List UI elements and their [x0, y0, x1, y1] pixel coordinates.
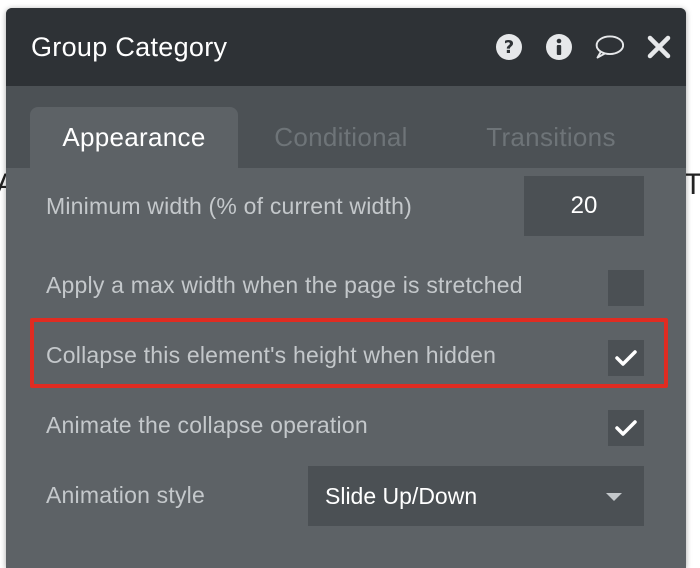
collapse-height-checkbox[interactable]	[608, 340, 644, 376]
help-icon[interactable]: ?	[494, 32, 524, 62]
tab-conditional[interactable]: Conditional	[246, 107, 436, 168]
checkmark-icon	[615, 350, 637, 366]
max-width-label: Apply a max width when the page is stret…	[46, 272, 523, 298]
close-icon[interactable]	[644, 32, 674, 62]
min-width-label: Minimum width (% of current width)	[46, 193, 412, 219]
comment-icon[interactable]	[594, 32, 624, 62]
max-width-checkbox[interactable]	[608, 270, 644, 306]
min-width-input[interactable]: 20	[524, 176, 644, 236]
animation-style-value: Slide Up/Down	[325, 483, 478, 509]
background-glyph-right: T	[684, 168, 700, 201]
property-editor-panel: Group Category ? Appearance Conditional …	[6, 8, 686, 568]
panel-header[interactable]: Group Category ?	[6, 8, 686, 86]
collapse-height-label: Collapse this element's height when hidd…	[46, 342, 497, 368]
info-icon[interactable]	[544, 32, 574, 62]
chevron-down-icon	[606, 493, 622, 501]
header-icons: ?	[474, 32, 674, 62]
tab-appearance[interactable]: Appearance	[30, 107, 238, 168]
checkmark-icon	[615, 420, 637, 436]
panel-title: Group Category	[31, 32, 228, 62]
animation-style-dropdown[interactable]: Slide Up/Down	[308, 466, 644, 526]
svg-text:?: ?	[504, 37, 514, 58]
animate-collapse-label: Animate the collapse operation	[46, 412, 368, 438]
animate-collapse-checkbox[interactable]	[608, 410, 644, 446]
animation-style-label: Animation style	[46, 482, 205, 508]
tab-transitions[interactable]: Transitions	[446, 107, 656, 168]
tab-bar: Appearance Conditional Transitions	[6, 86, 686, 168]
